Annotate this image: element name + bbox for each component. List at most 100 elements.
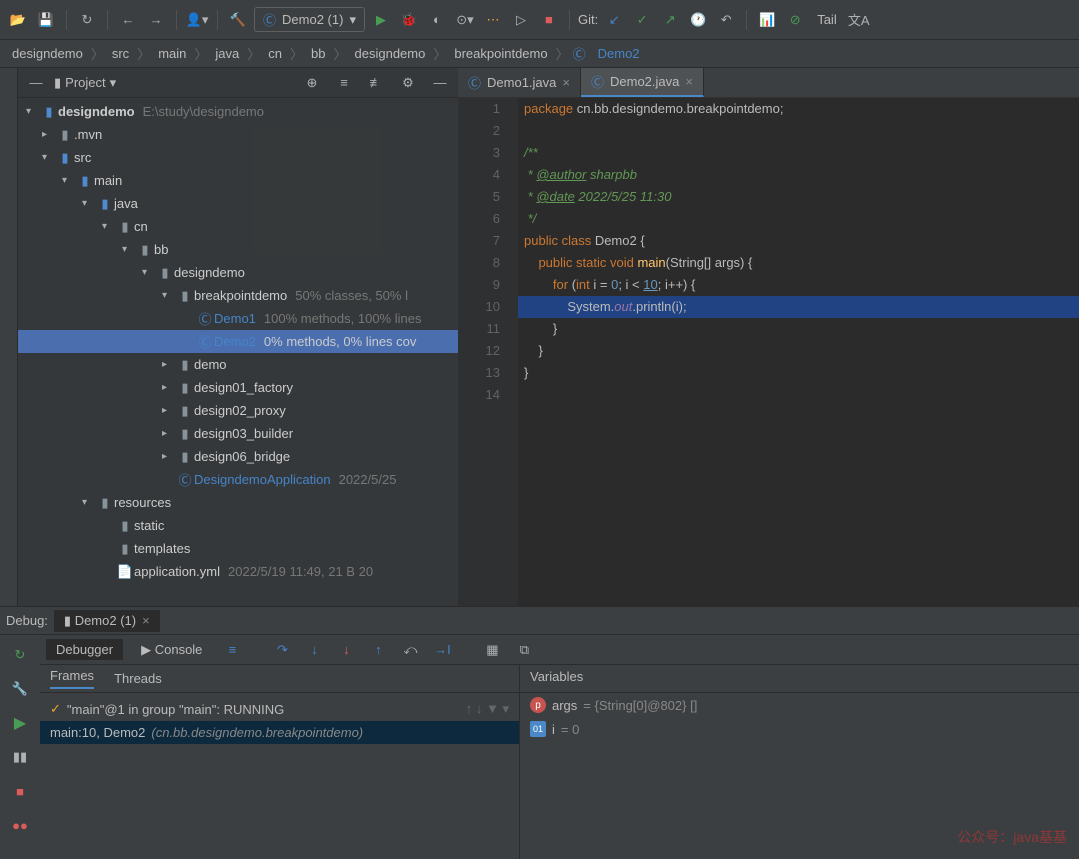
- threads-tab[interactable]: Threads: [114, 671, 162, 686]
- tree-design02[interactable]: ▸▮design02_proxy: [18, 399, 458, 422]
- hide-icon[interactable]: —: [428, 71, 452, 95]
- crumb-3[interactable]: java: [207, 44, 247, 63]
- line-num[interactable]: 4: [458, 164, 500, 186]
- tail-label[interactable]: Tail: [811, 12, 843, 27]
- thread-row[interactable]: ✓ "main"@1 in group "main": RUNNING ↑ ↓ …: [40, 697, 519, 721]
- tree-design06[interactable]: ▸▮design06_bridge: [18, 445, 458, 468]
- console-tab[interactable]: ▶ Console: [131, 639, 212, 661]
- line-num[interactable]: 10: [458, 296, 500, 318]
- crumb-4[interactable]: cn: [260, 44, 290, 63]
- tab-demo2[interactable]: ⒸDemo2.java×: [581, 68, 704, 97]
- line-num[interactable]: 6: [458, 208, 500, 230]
- tree-mvn[interactable]: ▸▮.mvn: [18, 123, 458, 146]
- crumb-7[interactable]: breakpointdemo: [446, 44, 555, 63]
- debug-session-tab[interactable]: ▮ Demo2 (1)×: [54, 610, 160, 632]
- step-out-icon[interactable]: ↑: [366, 638, 390, 662]
- run-to-cursor-icon[interactable]: →I: [430, 638, 454, 662]
- close-icon[interactable]: ×: [685, 74, 693, 89]
- save-icon[interactable]: 💾: [34, 8, 58, 32]
- resume-icon[interactable]: ▶: [8, 711, 32, 735]
- user-icon[interactable]: 👤▾: [185, 8, 209, 32]
- tree-demo[interactable]: ▸▮demo: [18, 353, 458, 376]
- stats-icon[interactable]: 📊: [755, 8, 779, 32]
- target-icon[interactable]: ⊕: [300, 71, 324, 95]
- open-icon[interactable]: 📂: [6, 8, 30, 32]
- coverage-icon[interactable]: ◐: [425, 8, 449, 32]
- crumb-8[interactable]: Demo2: [590, 44, 648, 63]
- crumb-6[interactable]: designdemo: [347, 44, 434, 63]
- line-num[interactable]: 2: [458, 120, 500, 142]
- step-into-icon[interactable]: ↓: [302, 638, 326, 662]
- line-num[interactable]: 5: [458, 186, 500, 208]
- tree-bb[interactable]: ▾▮bb: [18, 238, 458, 261]
- frame-row[interactable]: main:10, Demo2 (cn.bb.designdemo.breakpo…: [40, 721, 519, 744]
- line-num[interactable]: 1: [458, 98, 500, 120]
- line-num[interactable]: 14: [458, 384, 500, 406]
- tree-static[interactable]: ▮static: [18, 514, 458, 537]
- tree-breakpointdemo[interactable]: ▾▮breakpointdemo50% classes, 50% l: [18, 284, 458, 307]
- tree-java[interactable]: ▾▮java: [18, 192, 458, 215]
- stop-debug-icon[interactable]: ■: [8, 779, 32, 803]
- git-push-icon[interactable]: ↗: [658, 8, 682, 32]
- drop-frame-icon[interactable]: ⤺: [398, 638, 422, 662]
- tree-resources[interactable]: ▾▮resources: [18, 491, 458, 514]
- crumb-0[interactable]: designdemo: [4, 44, 91, 63]
- rerun-icon[interactable]: ↻: [8, 643, 32, 667]
- force-step-icon[interactable]: ↓: [334, 638, 358, 662]
- frames-tab[interactable]: Frames: [50, 668, 94, 689]
- line-num[interactable]: 8: [458, 252, 500, 274]
- stop-icon[interactable]: ■: [537, 8, 561, 32]
- tree-design01[interactable]: ▸▮design01_factory: [18, 376, 458, 399]
- gear-icon[interactable]: ⚙: [396, 71, 420, 95]
- back-icon[interactable]: ←: [116, 8, 140, 32]
- tree-root[interactable]: ▾▮designdemoE:\study\designdemo: [18, 100, 458, 123]
- code-editor[interactable]: package cn.bb.designdemo.breakpointdemo;…: [518, 98, 1079, 606]
- tab-demo1[interactable]: ⒸDemo1.java×: [458, 68, 581, 97]
- step-over-icon[interactable]: ↷: [270, 638, 294, 662]
- tree-src[interactable]: ▾▮src: [18, 146, 458, 169]
- tree-cn[interactable]: ▾▮cn: [18, 215, 458, 238]
- forward-icon[interactable]: →: [144, 8, 168, 32]
- trace-icon[interactable]: ⧉: [512, 638, 536, 662]
- crumb-1[interactable]: src: [104, 44, 137, 63]
- tree-demo1[interactable]: ⒸDemo1100% methods, 100% lines: [18, 307, 458, 330]
- crumb-5[interactable]: bb: [303, 44, 333, 63]
- crumb-2[interactable]: main: [150, 44, 194, 63]
- run-config-selector[interactable]: Ⓒ Demo2 (1) ▾: [254, 7, 365, 32]
- tree-templates[interactable]: ▮templates: [18, 537, 458, 560]
- tree-appyml[interactable]: 📄application.yml2022/5/19 11:49, 21 B 20: [18, 560, 458, 583]
- line-num[interactable]: 11: [458, 318, 500, 340]
- step-icon[interactable]: ▷: [509, 8, 533, 32]
- tree-main[interactable]: ▾▮main: [18, 169, 458, 192]
- collapse-icon[interactable]: ≢: [364, 71, 388, 95]
- line-num[interactable]: 13: [458, 362, 500, 384]
- translate-icon[interactable]: 文A: [847, 8, 871, 32]
- undo-icon[interactable]: ↶: [714, 8, 738, 32]
- pause-icon[interactable]: ▮▮: [8, 745, 32, 769]
- debugger-tab[interactable]: Debugger: [46, 639, 123, 660]
- var-i[interactable]: 01 i = 0: [520, 717, 1079, 741]
- hammer-icon[interactable]: 🔨: [226, 8, 250, 32]
- git-update-icon[interactable]: ↙: [602, 8, 626, 32]
- profile-icon[interactable]: ⊙▾: [453, 8, 477, 32]
- var-args[interactable]: p args = {String[0]@802} []: [520, 693, 1079, 717]
- git-commit-icon[interactable]: ✓: [630, 8, 654, 32]
- close-icon[interactable]: ×: [562, 75, 570, 90]
- show-exec-icon[interactable]: ≡: [220, 638, 244, 662]
- debug-icon[interactable]: 🐞: [397, 8, 421, 32]
- refresh-icon[interactable]: ↻: [75, 8, 99, 32]
- line-num[interactable]: 9: [458, 274, 500, 296]
- tree-designdemo[interactable]: ▾▮designdemo: [18, 261, 458, 284]
- attach-icon[interactable]: ⋯: [481, 8, 505, 32]
- tree-demo2[interactable]: ⒸDemo20% methods, 0% lines cov: [18, 330, 458, 353]
- config-icon[interactable]: 🔧: [8, 677, 32, 701]
- minimize-icon[interactable]: —: [24, 71, 48, 95]
- breakpoints-icon[interactable]: ●●: [8, 813, 32, 837]
- tree-app[interactable]: ⒸDesigndemoApplication2022/5/25: [18, 468, 458, 491]
- evaluate-icon[interactable]: ▦: [480, 638, 504, 662]
- line-num[interactable]: 12: [458, 340, 500, 362]
- check-icon[interactable]: ⊘: [783, 8, 807, 32]
- expand-icon[interactable]: ≡: [332, 71, 356, 95]
- line-num[interactable]: 7: [458, 230, 500, 252]
- line-num[interactable]: 3: [458, 142, 500, 164]
